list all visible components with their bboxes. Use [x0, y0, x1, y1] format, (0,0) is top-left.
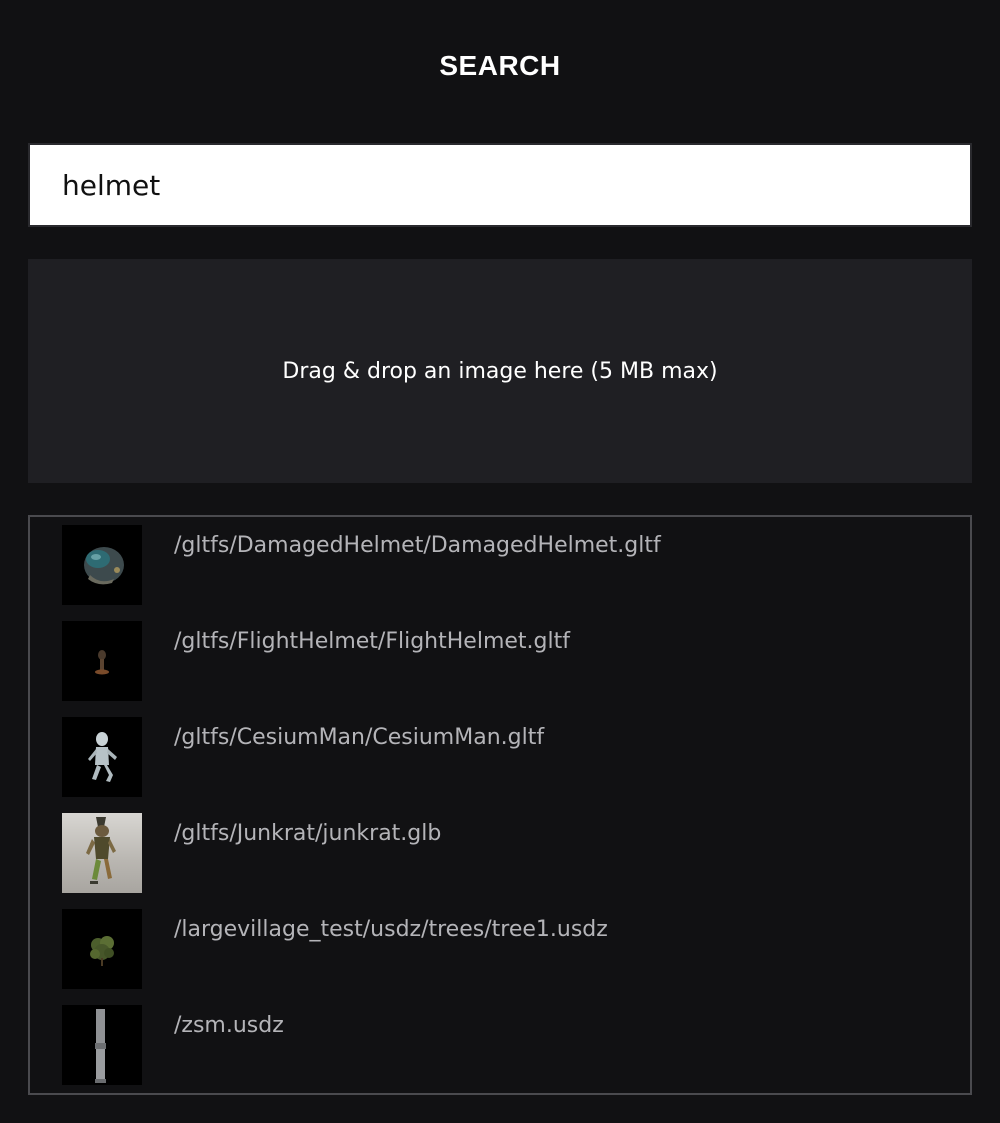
- result-path: /gltfs/DamagedHelmet/DamagedHelmet.gltf: [174, 533, 661, 558]
- image-dropzone[interactable]: Drag & drop an image here (5 MB max): [28, 259, 972, 483]
- cesium-man-icon: [62, 717, 142, 797]
- result-path: /gltfs/FlightHelmet/FlightHelmet.gltf: [174, 629, 570, 654]
- result-path: /largevillage_test/usdz/trees/tree1.usdz: [174, 917, 608, 942]
- damaged-helmet-icon: [62, 525, 142, 605]
- tree-icon: [62, 909, 142, 989]
- zsm-model-icon: [62, 1005, 142, 1085]
- result-item-damaged-helmet[interactable]: /gltfs/DamagedHelmet/DamagedHelmet.gltf: [30, 525, 970, 605]
- result-path: /gltfs/CesiumMan/CesiumMan.gltf: [174, 725, 545, 750]
- results-list: /gltfs/DamagedHelmet/DamagedHelmet.gltf …: [28, 515, 972, 1095]
- dropzone-label: Drag & drop an image here (5 MB max): [282, 358, 718, 384]
- result-item-cesium-man[interactable]: /gltfs/CesiumMan/CesiumMan.gltf: [30, 717, 970, 797]
- result-path: /gltfs/Junkrat/junkrat.glb: [174, 821, 442, 846]
- result-item-junkrat[interactable]: /gltfs/Junkrat/junkrat.glb: [30, 813, 970, 893]
- page-title: SEARCH: [439, 50, 561, 81]
- search-page: SEARCH Drag & drop an image here (5 MB m…: [0, 0, 1000, 1123]
- junkrat-icon: [62, 813, 142, 893]
- result-item-zsm[interactable]: /zsm.usdz: [30, 1005, 970, 1085]
- search-input[interactable]: [28, 143, 972, 227]
- result-item-flight-helmet[interactable]: /gltfs/FlightHelmet/FlightHelmet.gltf: [30, 621, 970, 701]
- result-path: /zsm.usdz: [174, 1013, 284, 1038]
- flight-helmet-icon: [62, 621, 142, 701]
- result-item-tree[interactable]: /largevillage_test/usdz/trees/tree1.usdz: [30, 909, 970, 989]
